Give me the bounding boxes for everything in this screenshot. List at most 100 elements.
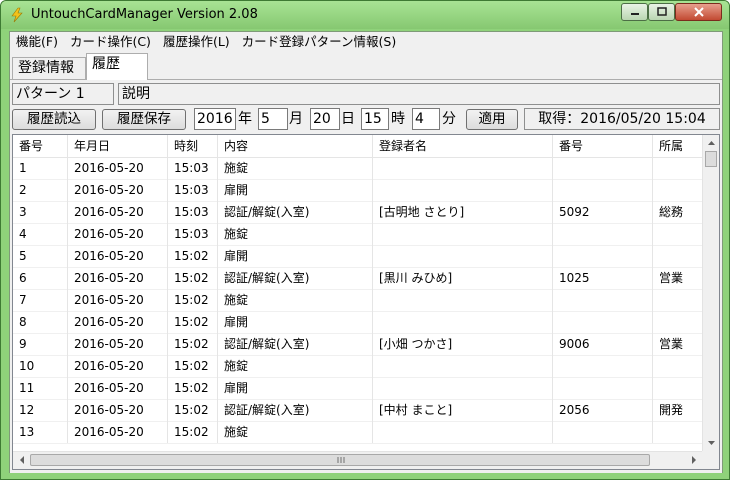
cell-registrant <box>373 355 553 377</box>
cell-number: 2 <box>13 179 68 201</box>
table-row[interactable]: 1 2016-05-20 15:03 施錠 <box>13 157 703 180</box>
cell-department: 営業 <box>653 333 703 355</box>
cell-registrant: [黒川 みひめ] <box>373 267 553 289</box>
vertical-scroll-thumb[interactable] <box>705 151 717 167</box>
tab-history[interactable]: 履歴 <box>86 53 148 80</box>
table-header-row: 番号 年月日 時刻 内容 登録者名 番号 所属 <box>13 135 703 158</box>
menu-function[interactable]: 機能(F) <box>10 32 64 52</box>
cell-card-number: 1025 <box>553 267 653 289</box>
header-col-registrant[interactable]: 登録者名 <box>373 135 553 157</box>
table-row[interactable]: 11 2016-05-20 15:02 扉開 <box>13 377 703 400</box>
cell-card-number: 5092 <box>553 201 653 223</box>
table-row[interactable]: 9 2016-05-20 15:02 認証/解錠(入室) [小畑 つかさ] 9006 営業 <box>13 333 703 356</box>
cell-content: 施錠 <box>218 421 373 443</box>
cell-date: 2016-05-20 <box>68 289 168 311</box>
minute-unit-label: 分 <box>442 111 456 127</box>
cell-content: 認証/解錠(入室) <box>218 399 373 421</box>
cell-date: 2016-05-20 <box>68 399 168 421</box>
cell-registrant: [中村 まこと] <box>373 399 553 421</box>
cell-department <box>653 157 703 179</box>
cell-content: 施錠 <box>218 223 373 245</box>
cell-department <box>653 355 703 377</box>
cell-date: 2016-05-20 <box>68 245 168 267</box>
load-history-button[interactable]: 履歴読込 <box>12 109 96 130</box>
menu-card-operation[interactable]: カード操作(C) <box>64 32 157 52</box>
cell-content: 施錠 <box>218 289 373 311</box>
cell-registrant <box>373 311 553 333</box>
header-col-card-number[interactable]: 番号 <box>553 135 653 157</box>
cell-content: 扉開 <box>218 245 373 267</box>
horizontal-scrollbar[interactable] <box>13 451 703 469</box>
table-row[interactable]: 13 2016-05-20 15:02 施錠 <box>13 421 703 444</box>
table-row[interactable]: 6 2016-05-20 15:02 認証/解錠(入室) [黒川 みひめ] 1025 営業 <box>13 267 703 290</box>
cell-time: 15:02 <box>168 311 218 333</box>
cell-number: 5 <box>13 245 68 267</box>
client-area: 機能(F) カード操作(C) 履歴操作(L) カード登録パターン情報(S) 登録… <box>9 31 723 473</box>
header-col-department[interactable]: 所属 <box>653 135 703 157</box>
year-field[interactable]: 2016 <box>194 108 236 130</box>
scroll-right-icon[interactable] <box>688 452 700 468</box>
minimize-button[interactable] <box>621 3 648 21</box>
table-row[interactable]: 4 2016-05-20 15:03 施錠 <box>13 223 703 246</box>
hour-field[interactable]: 15 <box>361 108 389 130</box>
close-button[interactable] <box>675 3 722 21</box>
cell-time: 15:03 <box>168 157 218 179</box>
cell-number: 11 <box>13 377 68 399</box>
header-col-content[interactable]: 内容 <box>218 135 373 157</box>
year-unit-label: 年 <box>238 111 252 127</box>
scroll-down-icon[interactable] <box>704 437 719 449</box>
cell-card-number <box>553 421 653 443</box>
save-history-button[interactable]: 履歴保存 <box>102 109 186 130</box>
maximize-button[interactable] <box>648 3 675 21</box>
cell-time: 15:03 <box>168 201 218 223</box>
vertical-scrollbar[interactable] <box>702 135 719 451</box>
cell-department <box>653 311 703 333</box>
cell-department: 開発 <box>653 399 703 421</box>
acquired-time-label: 取得：2016/05/20 15:04 <box>524 108 720 130</box>
cell-department: 総務 <box>653 201 703 223</box>
cell-content: 認証/解錠(入室) <box>218 267 373 289</box>
cell-number: 6 <box>13 267 68 289</box>
scroll-up-icon[interactable] <box>704 137 719 149</box>
cell-date: 2016-05-20 <box>68 223 168 245</box>
apply-button[interactable]: 適用 <box>466 109 518 130</box>
cell-content: 扉開 <box>218 179 373 201</box>
cell-card-number <box>553 157 653 179</box>
scroll-left-icon[interactable] <box>16 452 28 468</box>
history-panel: パターン 1 説明 履歴読込 履歴保存 2016 年 5 月 20 日 15 時… <box>10 79 722 473</box>
cell-number: 9 <box>13 333 68 355</box>
table-row[interactable]: 8 2016-05-20 15:02 扉開 <box>13 311 703 334</box>
table-row[interactable]: 10 2016-05-20 15:02 施錠 <box>13 355 703 378</box>
cell-date: 2016-05-20 <box>68 355 168 377</box>
tab-registration-info[interactable]: 登録情報 <box>12 57 86 79</box>
cell-content: 認証/解錠(入室) <box>218 201 373 223</box>
cell-card-number <box>553 179 653 201</box>
cell-number: 13 <box>13 421 68 443</box>
menu-card-pattern-info[interactable]: カード登録パターン情報(S) <box>236 32 403 52</box>
cell-registrant <box>373 223 553 245</box>
table-row[interactable]: 12 2016-05-20 15:02 認証/解錠(入室) [中村 まこと] 2056 開発 <box>13 399 703 422</box>
cell-number: 1 <box>13 157 68 179</box>
header-col-time[interactable]: 時刻 <box>168 135 218 157</box>
header-col-date[interactable]: 年月日 <box>68 135 168 157</box>
menu-history-operation[interactable]: 履歴操作(L) <box>157 32 236 52</box>
table-row[interactable]: 5 2016-05-20 15:02 扉開 <box>13 245 703 268</box>
cell-content: 認証/解錠(入室) <box>218 333 373 355</box>
title-bar[interactable]: UntouchCardManager Version 2.08 <box>1 1 729 29</box>
cell-number: 10 <box>13 355 68 377</box>
cell-department: 営業 <box>653 267 703 289</box>
cell-registrant: [古明地 さとり] <box>373 201 553 223</box>
cell-date: 2016-05-20 <box>68 311 168 333</box>
table-row[interactable]: 3 2016-05-20 15:03 認証/解錠(入室) [古明地 さとり] 5092 総務 <box>13 201 703 224</box>
cell-time: 15:02 <box>168 399 218 421</box>
minute-field[interactable]: 4 <box>412 108 440 130</box>
table-row[interactable]: 7 2016-05-20 15:02 施錠 <box>13 289 703 312</box>
day-field[interactable]: 20 <box>310 108 340 130</box>
app-window: UntouchCardManager Version 2.08 機能(F) カー… <box>0 0 730 480</box>
horizontal-scroll-thumb[interactable] <box>30 454 650 466</box>
header-col-number[interactable]: 番号 <box>13 135 68 157</box>
cell-department <box>653 223 703 245</box>
cell-department <box>653 179 703 201</box>
month-field[interactable]: 5 <box>258 108 288 130</box>
table-row[interactable]: 2 2016-05-20 15:03 扉開 <box>13 179 703 202</box>
